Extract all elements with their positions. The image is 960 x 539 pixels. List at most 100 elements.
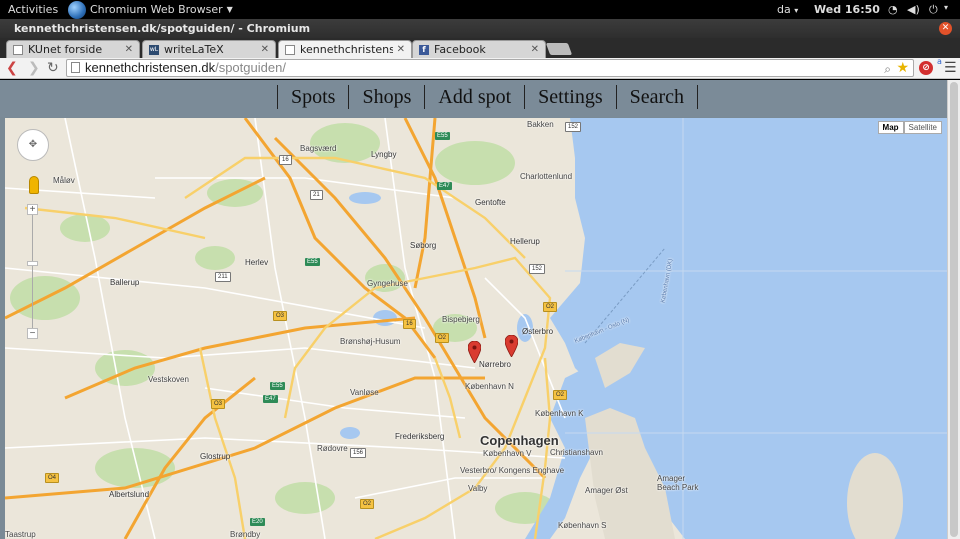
close-icon[interactable]: ✕	[531, 44, 539, 55]
url-host: kennethchristensen.dk	[85, 60, 216, 75]
app-menu[interactable]: Chromium Web Browser ▼	[68, 0, 233, 19]
writelatex-icon: wL	[149, 44, 159, 55]
map-label-malov: Måløv	[53, 176, 75, 185]
chevron-down-icon: ▾	[944, 3, 949, 12]
tab-kunet[interactable]: KUnet forside ✕	[6, 40, 140, 58]
pan-control[interactable]: ✥	[17, 129, 49, 161]
map-label-kobenhavn-v: København V	[483, 449, 532, 458]
wifi-icon[interactable]: ◔	[888, 3, 898, 16]
road-shield-156: 156	[350, 448, 367, 458]
tab-label: KUnet forside	[28, 43, 103, 56]
road-shield-e55: E55	[305, 258, 320, 266]
system-top-bar: Activities Chromium Web Browser ▼ da ▾ W…	[0, 0, 960, 19]
road-shield-o4: O4	[45, 473, 60, 483]
tab-label: kennethchristensen.dk	[300, 43, 393, 56]
window-title-bar: kennethchristensen.dk/spotguiden/ - Chro…	[0, 19, 960, 38]
app-menu-label: Chromium Web Browser	[90, 3, 223, 16]
map-label-copenhagen: Copenhagen	[480, 433, 559, 448]
keyboard-language-indicator[interactable]: da ▾	[777, 3, 798, 16]
map-label-christianshavn: Christianshavn	[550, 448, 603, 457]
google-map[interactable]: ✥ + − Map Satellite Copenhagen Nørrebro …	[5, 118, 947, 539]
reload-icon[interactable]: ↻	[47, 59, 59, 77]
chromium-logo-icon	[68, 0, 86, 19]
zoom-in-button[interactable]: +	[27, 204, 38, 215]
map-label-ballerup: Ballerup	[110, 278, 140, 287]
tab-label: writeLaTeX	[164, 43, 224, 56]
new-tab-button[interactable]	[545, 43, 573, 55]
bookmark-star-icon[interactable]: ★	[896, 59, 909, 75]
map-label-kobenhavn-k: København K	[535, 409, 584, 418]
map-label-kobenhavn-n: København N	[465, 382, 514, 391]
tab-spotguiden[interactable]: kennethchristensen.dk ✕	[278, 40, 412, 58]
map-label-hellerup: Hellerup	[510, 237, 540, 246]
back-icon[interactable]: ❮	[6, 59, 18, 77]
road-shield-16: 16	[403, 319, 416, 329]
road-shield-211: 211	[215, 272, 231, 282]
map-type-satellite-button[interactable]: Satellite	[903, 121, 942, 134]
nav-settings[interactable]: Settings	[525, 85, 617, 109]
hamburger-menu-icon[interactable]: ☰	[944, 60, 957, 76]
map-label-bispebjerg: Bispebjerg	[442, 315, 480, 324]
road-shield-o3: O3	[273, 311, 288, 321]
site-navigation: Spots Shops Add spot Settings Search	[0, 80, 947, 117]
nav-add-spot[interactable]: Add spot	[425, 85, 526, 109]
power-icon[interactable]: ⏻	[929, 3, 938, 17]
road-shield-152: 152	[529, 264, 546, 274]
close-icon[interactable]: ✕	[397, 44, 405, 55]
map-label-rodovre: Rødovre	[317, 444, 348, 453]
address-bar[interactable]: kennethchristensen.dk/spotguiden/ ⌕ ★	[66, 59, 914, 77]
map-label-kobenhavn-s: København S	[558, 521, 607, 530]
tab-writelatex[interactable]: wL writeLaTeX ✕	[142, 40, 276, 58]
tab-facebook[interactable]: f Facebook ✕	[412, 40, 546, 58]
zoom-slider-track[interactable]	[32, 215, 33, 333]
window-close-button[interactable]: ✕	[939, 22, 952, 35]
magnifier-icon[interactable]: ⌕	[884, 61, 891, 77]
page-icon	[13, 44, 23, 55]
nav-search[interactable]: Search	[617, 85, 699, 109]
map-label-charlottenlund: Charlottenlund	[520, 172, 573, 181]
map-label-valby: Valby	[468, 484, 488, 493]
volume-icon[interactable]: ◀)	[907, 3, 920, 16]
road-shield-e47: E47	[437, 182, 452, 190]
spot-marker-icon[interactable]	[505, 335, 518, 357]
close-icon[interactable]: ✕	[125, 44, 133, 55]
map-label-gyngehuse: Gyngehuse	[367, 279, 408, 288]
nav-shops[interactable]: Shops	[349, 85, 426, 109]
map-label-vestskoven: Vestskoven	[148, 375, 189, 384]
road-shield-o3: O3	[211, 399, 226, 409]
activities-button[interactable]: Activities	[8, 3, 58, 16]
map-label-brondby: Brøndby	[230, 530, 261, 539]
adblock-extension-icon[interactable]: ⊘	[919, 61, 933, 75]
map-type-map-button[interactable]: Map	[877, 121, 904, 134]
forward-icon[interactable]: ❯	[28, 59, 40, 77]
zoom-slider-handle[interactable]	[27, 261, 38, 266]
url-path: /spotguiden/	[215, 60, 286, 75]
page-scrollbar[interactable]	[947, 80, 960, 539]
map-label-herlev: Herlev	[245, 258, 269, 267]
map-label-bagsvaerd: Bagsværd	[300, 144, 337, 153]
map-label-amager-strandpark: Amager Beach Park	[657, 474, 699, 492]
close-icon[interactable]: ✕	[261, 44, 269, 55]
map-label-osterbro: Østerbro	[522, 327, 554, 336]
road-shield-o2: O2	[553, 390, 568, 400]
street-view-pegman-icon[interactable]	[29, 176, 39, 194]
map-label-lyngby: Lyngby	[371, 150, 397, 159]
zoom-out-button[interactable]: −	[27, 328, 38, 339]
nav-spots[interactable]: Spots	[278, 85, 350, 109]
page-content: Spots Shops Add spot Settings Search ✥ +…	[0, 80, 947, 539]
scrollbar-thumb[interactable]	[950, 82, 958, 537]
extension-badge-icon: a	[937, 57, 942, 66]
window-title: kennethchristensen.dk/spotguiden/ - Chro…	[14, 22, 311, 35]
map-label-vanlose: Vanløse	[350, 388, 379, 397]
road-shield-e20: E20	[250, 518, 265, 526]
map-label-gentofte: Gentofte	[475, 198, 506, 207]
map-label-amager-ost: Amager Øst	[585, 486, 628, 495]
map-canvas	[5, 118, 947, 539]
spot-marker-icon[interactable]	[468, 341, 481, 363]
map-label-bronshoj: Brønshøj-Husum	[340, 337, 401, 346]
map-label-vesterbro: Vesterbro/ Kongens Enghave	[460, 466, 565, 475]
road-shield-152: 152	[565, 122, 582, 132]
road-shield-o2: O2	[360, 499, 375, 509]
clock[interactable]: Wed 16:50	[814, 3, 880, 16]
map-label-albertslund: Albertslund	[109, 490, 150, 499]
